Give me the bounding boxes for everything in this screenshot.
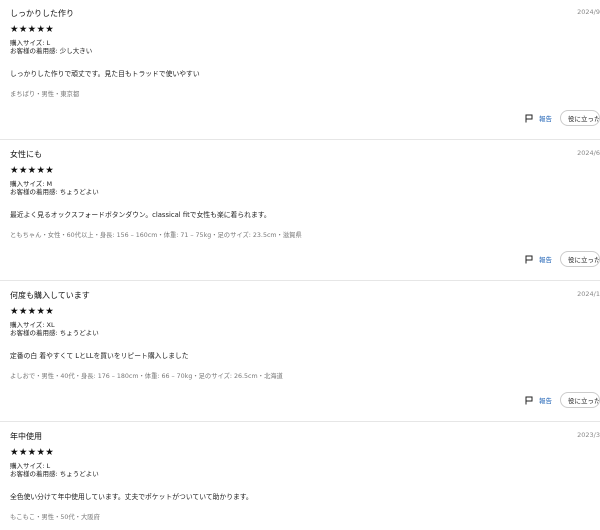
- star-rating: ★★★★★: [10, 165, 55, 176]
- review-actions: 報告 役に立った: [525, 110, 600, 126]
- review-title: 年中使用: [10, 432, 42, 441]
- review-card: 年中使用 2023/3 ★★★★★ 購入サイズ: L お客様の着用感: ちょうど…: [0, 431, 600, 530]
- review-card: 女性にも 2024/6 ★★★★★ 購入サイズ: M お客様の着用感: ちょうど…: [0, 149, 600, 289]
- purchased-size: 購入サイズ: M: [10, 180, 53, 188]
- reviewer-info: まちばり・男性・東京都: [10, 91, 80, 98]
- star-rating: ★★★★★: [10, 306, 55, 317]
- divider: [0, 421, 600, 422]
- helpful-label: 役に立った: [568, 256, 600, 264]
- flag-icon: [525, 255, 533, 263]
- review-card: 何度も購入しています 2024/1 ★★★★★ 購入サイズ: XL お客様の着用…: [0, 290, 600, 430]
- report-link[interactable]: 報告: [525, 113, 552, 123]
- divider: [0, 139, 600, 140]
- review-body: 最近よく見るオックスフォードボタンダウン。classical fitで女性も楽に…: [10, 211, 271, 219]
- flag-icon: [525, 396, 533, 404]
- reviewer-info: もこもこ・男性・50代・大阪府: [10, 514, 100, 521]
- review-body: 全色使い分けて年中使用しています。丈夫でポケットがついていて助かります。: [10, 493, 253, 501]
- purchased-size: 購入サイズ: L: [10, 39, 51, 47]
- review-title: 何度も購入しています: [10, 291, 90, 300]
- report-link[interactable]: 報告: [525, 395, 552, 405]
- review-body: 定番の白 着やすくて LとLLを買いをリピート購入しました: [10, 352, 189, 360]
- fit-feedback: お客様の着用感: ちょうどよい: [10, 329, 99, 337]
- review-date: 2024/1: [577, 290, 600, 298]
- divider: [0, 280, 600, 281]
- review-body: しっかりした作りで頑丈です。見た目もトラッドで使いやすい: [10, 70, 200, 78]
- review-date: 2024/6: [577, 149, 600, 157]
- reviewer-info: ともちゃん・女性・60代以上・身長: 156 – 160cm・体重: 71 – …: [10, 232, 302, 239]
- purchased-size: 購入サイズ: L: [10, 462, 51, 470]
- helpful-button[interactable]: 役に立った: [560, 392, 600, 408]
- report-label: 報告: [539, 397, 552, 405]
- flag-icon: [525, 114, 533, 122]
- helpful-label: 役に立った: [568, 397, 600, 405]
- fit-feedback: お客様の着用感: ちょうどよい: [10, 188, 99, 196]
- review-date: 2024/9: [577, 8, 600, 16]
- review-actions: 報告 役に立った: [525, 392, 600, 408]
- fit-feedback: お客様の着用感: 少し大きい: [10, 47, 93, 55]
- review-title: しっかりした作り: [10, 9, 74, 18]
- star-rating: ★★★★★: [10, 24, 55, 35]
- helpful-button[interactable]: 役に立った: [560, 251, 600, 267]
- purchased-size: 購入サイズ: XL: [10, 321, 55, 329]
- review-actions: 報告 役に立った: [525, 251, 600, 267]
- review-title: 女性にも: [10, 150, 42, 159]
- report-label: 報告: [539, 115, 552, 123]
- report-label: 報告: [539, 256, 552, 264]
- review-card: しっかりした作り 2024/9 ★★★★★ 購入サイズ: L お客様の着用感: …: [0, 8, 600, 148]
- star-rating: ★★★★★: [10, 447, 55, 458]
- reviewer-info: よしおで・男性・40代・身長: 176 – 180cm・体重: 66 – 70k…: [10, 373, 283, 380]
- report-link[interactable]: 報告: [525, 254, 552, 264]
- review-date: 2023/3: [577, 431, 600, 439]
- helpful-label: 役に立った: [568, 115, 600, 123]
- fit-feedback: お客様の着用感: ちょうどよい: [10, 470, 99, 478]
- helpful-button[interactable]: 役に立った: [560, 110, 600, 126]
